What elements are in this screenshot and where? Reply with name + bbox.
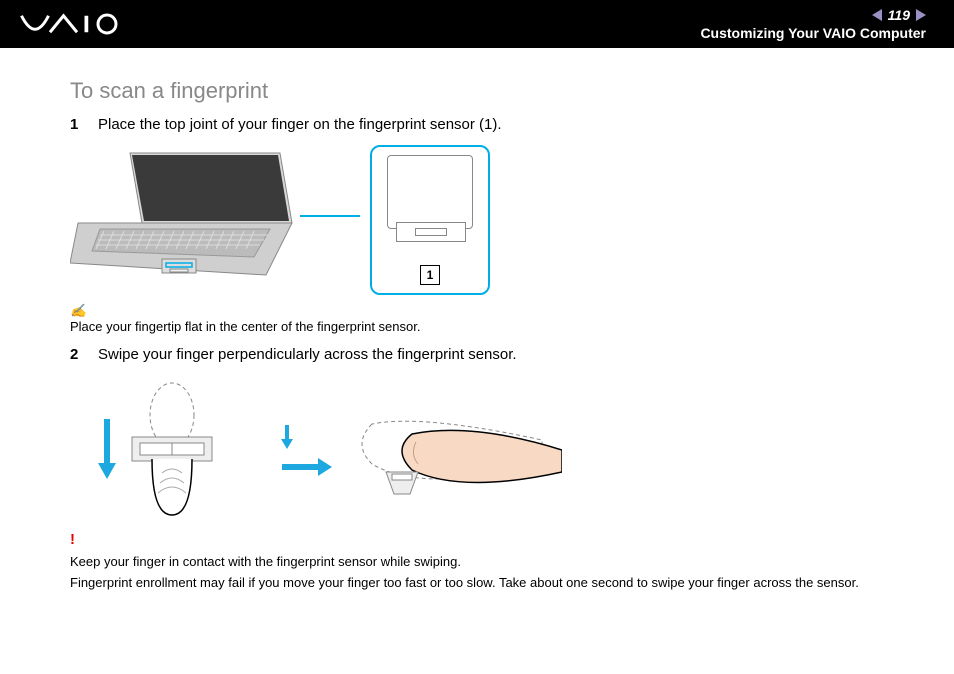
page-title: To scan a fingerprint — [70, 78, 884, 104]
warning-line-1: Keep your finger in contact with the fin… — [70, 554, 884, 569]
fingerprint-sensor-slot — [415, 228, 447, 236]
figure-row-1: 1 — [70, 145, 884, 295]
figure-row-2 — [100, 379, 884, 519]
tip-icon: ✍ — [70, 303, 86, 318]
down-arrow-icon — [100, 419, 114, 479]
step-text: Swipe your finger perpendicularly across… — [98, 346, 517, 363]
section-title: Customizing Your VAIO Computer — [700, 25, 926, 41]
swipe-side-view — [282, 394, 562, 504]
page-number: 119 — [888, 7, 910, 23]
prev-page-arrow-icon[interactable] — [872, 9, 882, 21]
warning-block: ! Keep your finger in contact with the f… — [70, 531, 884, 590]
right-arrow-icon — [282, 460, 332, 474]
next-page-arrow-icon[interactable] — [916, 9, 926, 21]
step-number: 1 — [70, 116, 84, 133]
manual-page: 119 Customizing Your VAIO Computer To sc… — [0, 0, 954, 674]
page-header: 119 Customizing Your VAIO Computer — [0, 0, 954, 48]
swipe-top-view — [100, 379, 222, 519]
warning-line-2: Fingerprint enrollment may fail if you m… — [70, 575, 884, 590]
finger-side-illustration — [342, 394, 562, 504]
page-content: To scan a fingerprint 1 Place the top jo… — [0, 48, 954, 590]
warning-icon: ! — [70, 531, 884, 548]
touchpad-illustration — [387, 155, 473, 229]
finger-top-illustration — [122, 379, 222, 519]
tip-text: Place your fingertip flat in the center … — [70, 319, 420, 334]
small-down-arrow-icon — [282, 425, 292, 449]
step-1: 1 Place the top joint of your finger on … — [70, 116, 884, 133]
header-right: 119 Customizing Your VAIO Computer — [700, 7, 926, 41]
sensor-callout: 1 — [370, 145, 490, 295]
step-number: 2 — [70, 346, 84, 363]
callout-number-box: 1 — [420, 265, 440, 285]
step-2: 2 Swipe your finger perpendicularly acro… — [70, 346, 884, 363]
step-text: Place the top joint of your finger on th… — [98, 116, 502, 133]
page-navigation: 119 — [700, 7, 926, 23]
callout-connector-line — [300, 215, 360, 217]
tip-note: ✍ Place your fingertip flat in the cente… — [70, 303, 884, 334]
vaio-logo — [20, 11, 140, 37]
laptop-illustration — [70, 145, 300, 285]
